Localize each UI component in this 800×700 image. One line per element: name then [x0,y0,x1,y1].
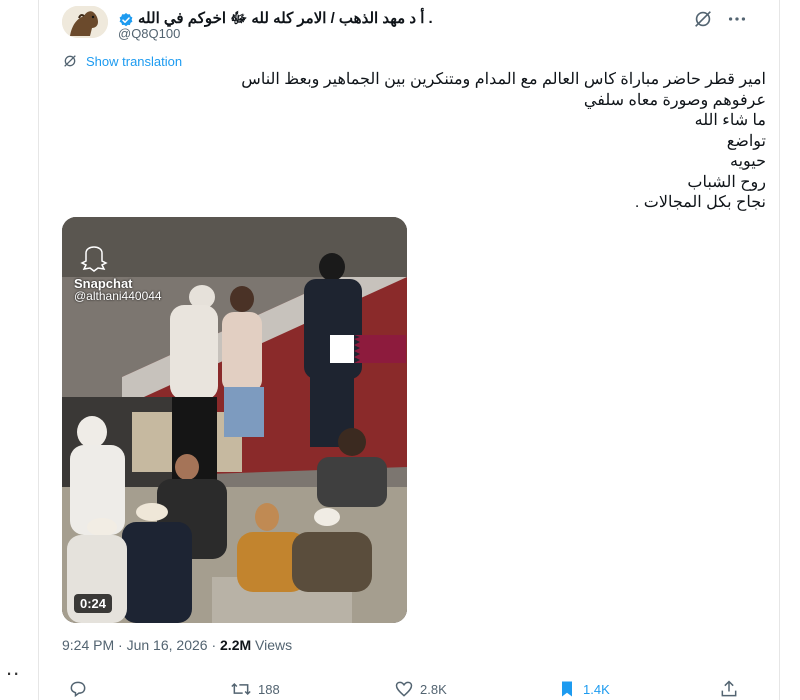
views-count: 2.2M [220,637,252,653]
tweet-text: امير قطر حاضر مباراة كاس العالم مع المدا… [76,70,766,214]
tweet-line: عرفوهم وصورة معاه سلفي [583,91,766,109]
show-translation-link[interactable]: Show translation [62,53,182,69]
stray-dots: .. [6,655,21,680]
views-label: Views [255,637,293,653]
share-button[interactable] [719,679,739,699]
repost-count: 188 [258,681,280,697]
grok-icon[interactable] [692,8,714,30]
bookmark-count: 1.4K [583,681,610,697]
snapchat-watermark: Snapchat @althani440044 [74,277,162,303]
like-button[interactable]: 2.8K [394,679,447,699]
tweet-line: روح الشباب [687,173,766,191]
tweet-line: حيويه [729,153,766,170]
translate-icon [64,55,76,67]
show-translation-label[interactable]: Show translation [86,54,182,69]
video-duration: 0:24 [74,594,113,613]
more-icon[interactable] [726,8,748,30]
avatar[interactable] [62,6,108,38]
tweet-line: امير قطر حاضر مباراة كاس العالم مع المدا… [241,71,766,88]
video-media[interactable]: Snapchat @althani440044 0:24 [62,217,407,623]
bookmark-icon [562,681,572,697]
like-count: 2.8K [420,681,447,697]
author-display-name[interactable]: . أ د مهد الذهب / الامر كله لله ﷻ اخوكم … [138,9,433,31]
repost-icon [231,682,251,696]
meta-separator: · [211,637,217,653]
meta-separator: · [118,637,123,653]
like-icon [395,681,413,697]
tweet-line: تواضع [726,132,766,150]
tweet-line: ما شاء الله [694,112,766,129]
snapchat-handle: @althani440044 [74,289,162,303]
tweet-meta: 9:24 PM · Jun 16, 2026 · 2.2M Views [62,637,292,653]
author-handle[interactable]: @Q8Q100 [118,26,180,41]
reply-button[interactable] [68,679,94,699]
bookmark-button[interactable]: 1.4K [557,679,610,699]
tweet-line: نجاح بكل المجالات . [634,194,766,211]
tweet-date[interactable]: Jun 16, 2026 [127,637,208,653]
reply-icon [70,681,86,698]
tweet-time[interactable]: 9:24 PM [62,637,114,653]
share-icon [721,680,737,697]
repost-button[interactable]: 188 [230,679,280,699]
